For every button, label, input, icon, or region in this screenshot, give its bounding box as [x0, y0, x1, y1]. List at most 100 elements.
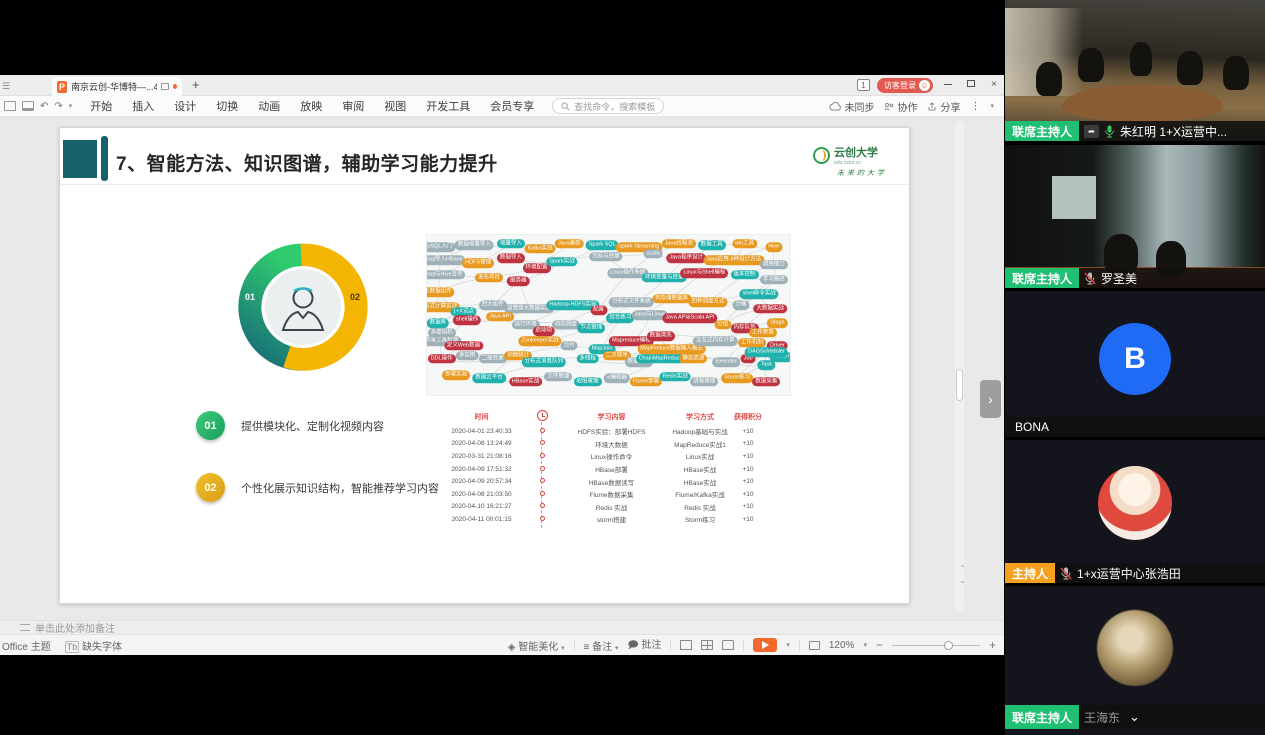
cohost-badge: 联席主持人: [1005, 121, 1079, 141]
scrollbar-thumb[interactable]: [956, 369, 963, 401]
ribbon-collapse-icon[interactable]: ▾: [990, 102, 994, 110]
participant-3-video: B: [1005, 291, 1265, 437]
vertical-scrollbar[interactable]: [955, 121, 964, 611]
missing-font-label[interactable]: 缺失字体: [82, 642, 122, 653]
graph-node: Stage: [767, 318, 787, 328]
ribbon-tab[interactable]: 切换: [206, 96, 248, 116]
ribbon-tab[interactable]: 审阅: [332, 96, 374, 116]
mic-muted-icon: [1084, 272, 1096, 285]
participant-tile-1[interactable]: 联席主持人 ➦ 朱红明 1+X运营中...: [1005, 0, 1265, 141]
comments-button[interactable]: 🗩 批注: [627, 636, 661, 655]
participant-tile-2[interactable]: 联席主持人 罗圣美: [1005, 145, 1265, 288]
ribbon-tab[interactable]: 开始: [80, 96, 122, 116]
graph-node: 分片: [561, 341, 578, 351]
participant-name: BONA: [1005, 420, 1049, 434]
play-options-icon[interactable]: ▾: [786, 641, 790, 649]
next-slide-button[interactable]: ⌄: [959, 577, 966, 585]
reading-view-button[interactable]: [722, 640, 734, 650]
zoom-level[interactable]: 120%: [829, 640, 855, 651]
ribbon-tab[interactable]: 设计: [164, 96, 206, 116]
quickbar-dropdown-icon[interactable]: ▾: [69, 102, 73, 110]
maximize-button[interactable]: [963, 77, 979, 93]
participant-name: 王海东: [1084, 709, 1120, 726]
graph-node: Flume部署: [630, 377, 662, 387]
minimize-button[interactable]: [940, 77, 956, 93]
undo-icon[interactable]: ↶: [40, 101, 48, 112]
timeline-dot: [540, 453, 545, 458]
share-button[interactable]: 分享: [927, 99, 960, 114]
print-icon[interactable]: [22, 101, 34, 111]
ribbon-tab[interactable]: 放映: [290, 96, 332, 116]
bullet-01: 01 提供模块化、定制化视频内容: [196, 411, 384, 440]
notes-icon: [20, 624, 30, 631]
command-search[interactable]: 查找命令，搜索模板: [552, 98, 664, 114]
quick-access-toolbar: ↶ ↷ ▾: [0, 101, 80, 112]
prev-slide-button[interactable]: ⌃: [959, 565, 966, 573]
zoom-out-button[interactable]: −: [876, 638, 883, 652]
avatar: B: [1099, 323, 1171, 395]
participant-tile-4[interactable]: 主持人 1+x运营中心张浩田: [1005, 440, 1265, 583]
save-icon[interactable]: [4, 101, 16, 111]
graph-node: 服务器: [507, 276, 530, 286]
graph-node: 进程管理: [690, 377, 718, 387]
logo-icon: [813, 147, 830, 164]
zoom-slider[interactable]: [892, 645, 980, 646]
cohost-badge: 联席主持人: [1005, 705, 1079, 729]
graph-node: scala: [644, 249, 663, 259]
ribbon-tab[interactable]: 动画: [248, 96, 290, 116]
graph-node: 分布式文件系统: [609, 297, 654, 307]
redo-icon[interactable]: ↷: [54, 101, 62, 112]
graph-node: MapReduce数据输入格式: [637, 344, 706, 354]
account-pill[interactable]: 访客登录 ☺: [877, 78, 933, 93]
document-tab[interactable]: P 南京云创-华博特—...4 partner: [52, 77, 182, 96]
graph-node: 综合练习: [606, 314, 634, 324]
sidebar-expand-button[interactable]: ›: [980, 380, 1001, 418]
ribbon-tab[interactable]: 会员专享: [480, 96, 544, 116]
graph-node: Redis实战: [660, 372, 691, 382]
slide[interactable]: 7、智能方法、知识图谱，辅助学习能力提升 云创大学 edu.cstor.cn 未…: [59, 127, 910, 604]
cohost-badge: 联席主持人: [1005, 268, 1079, 288]
ribbon-tab[interactable]: 视图: [374, 96, 416, 116]
graph-node: 权限管理: [574, 377, 602, 387]
table-header: 时间 学习内容 学习方式 获得积分: [434, 408, 764, 425]
zoom-slider-knob[interactable]: [944, 641, 953, 650]
participant-tile-5[interactable]: 联席主持人 王海东 ⌄: [1005, 586, 1265, 735]
ribbon-tab[interactable]: 开发工具: [416, 96, 480, 116]
slideshow-play-button[interactable]: [753, 638, 777, 652]
graph-node: Mysql与Hive互导: [426, 270, 466, 280]
graph-node: 数据清洗: [647, 331, 675, 341]
graph-node: Zookeeper实战: [518, 336, 561, 346]
graph-node: 数据采集: [752, 377, 780, 387]
participant-tile-3[interactable]: B BONA: [1005, 291, 1265, 437]
collaborate-button[interactable]: 协作: [884, 99, 917, 114]
graph-node: Java基础: [555, 239, 584, 249]
chevron-down-icon[interactable]: ⌄: [1129, 709, 1140, 725]
window-mode-button[interactable]: 1: [857, 79, 870, 91]
smart-beautify-button[interactable]: ◈ 智能美化 ▾: [508, 638, 565, 653]
notes-toggle-button[interactable]: ≡ 备注 ▾: [584, 638, 619, 653]
normal-view-button[interactable]: [680, 640, 692, 650]
wps-ribbon: ↶ ↷ ▾ 开始插入设计切换动画放映审阅视图开发工具会员专享 查找命令，搜索模板…: [0, 96, 1004, 117]
search-icon: [561, 102, 570, 111]
ribbon-tab[interactable]: 插入: [122, 96, 164, 116]
ring-label-01: 01: [245, 293, 255, 302]
mic-muted-icon: [1060, 567, 1072, 580]
slide-sorter-view-button[interactable]: [701, 640, 713, 650]
new-tab-button[interactable]: +: [192, 77, 200, 92]
bullet-02: 02 个性化展示知识结构，智能推荐学习内容: [196, 473, 439, 502]
participant-1-video: [1005, 0, 1265, 141]
fit-slide-icon[interactable]: [809, 641, 820, 650]
cloud-sync-icon: [829, 102, 841, 111]
home-tab-stub[interactable]: ☰: [2, 81, 10, 92]
more-menu-icon[interactable]: ⋮: [970, 101, 980, 112]
screen-sharing-icon: ➦: [1084, 125, 1099, 138]
sync-status-button[interactable]: 未同步: [829, 99, 874, 114]
zoom-in-button[interactable]: +: [989, 638, 996, 652]
wps-tabbar: ☰ P 南京云创-华博特—...4 partner + 1 访客登录 ☺ ×: [0, 75, 1004, 96]
theme-label[interactable]: Office 主题: [2, 638, 51, 653]
notes-bar[interactable]: 单击此处添加备注: [0, 620, 1004, 634]
close-button[interactable]: ×: [986, 77, 1002, 93]
graph-node: 分布式消息队列: [522, 357, 567, 367]
timeline-dot: [540, 478, 545, 483]
graph-node: 分桶: [732, 301, 749, 311]
